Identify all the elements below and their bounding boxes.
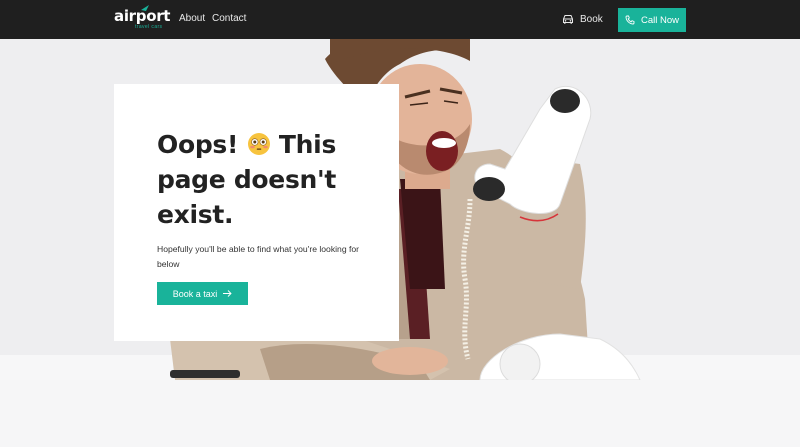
book-a-taxi-button[interactable]: Book a taxi: [157, 282, 248, 305]
logo[interactable]: airport travel cars: [114, 5, 170, 33]
phone-icon: [625, 15, 635, 25]
top-nav: airport travel cars About Contact Book C…: [0, 0, 800, 39]
book-label: Book: [580, 13, 603, 25]
nav-link-contact[interactable]: Contact: [212, 13, 246, 25]
call-now-label: Call Now: [640, 14, 679, 26]
flushed-face-emoji: [247, 133, 270, 155]
nav-link-about[interactable]: About: [179, 13, 205, 25]
car-icon: [563, 15, 573, 24]
logo-subtext: travel cars: [135, 24, 163, 30]
book-a-taxi-label: Book a taxi: [172, 288, 218, 299]
book-link[interactable]: Book: [562, 12, 603, 26]
error-card: Oops! This page doesn't exist. Hopefully…: [114, 84, 399, 341]
arrow-right-icon: [223, 290, 232, 297]
call-now-button[interactable]: Call Now: [618, 8, 686, 32]
logo-text: airport: [114, 7, 171, 25]
error-description: Hopefully you'll be able to find what yo…: [157, 244, 360, 269]
headline-part1: Oops!: [157, 130, 239, 159]
below-hero-area: [0, 380, 800, 447]
error-headline: Oops! This page doesn't exist.: [157, 127, 377, 232]
